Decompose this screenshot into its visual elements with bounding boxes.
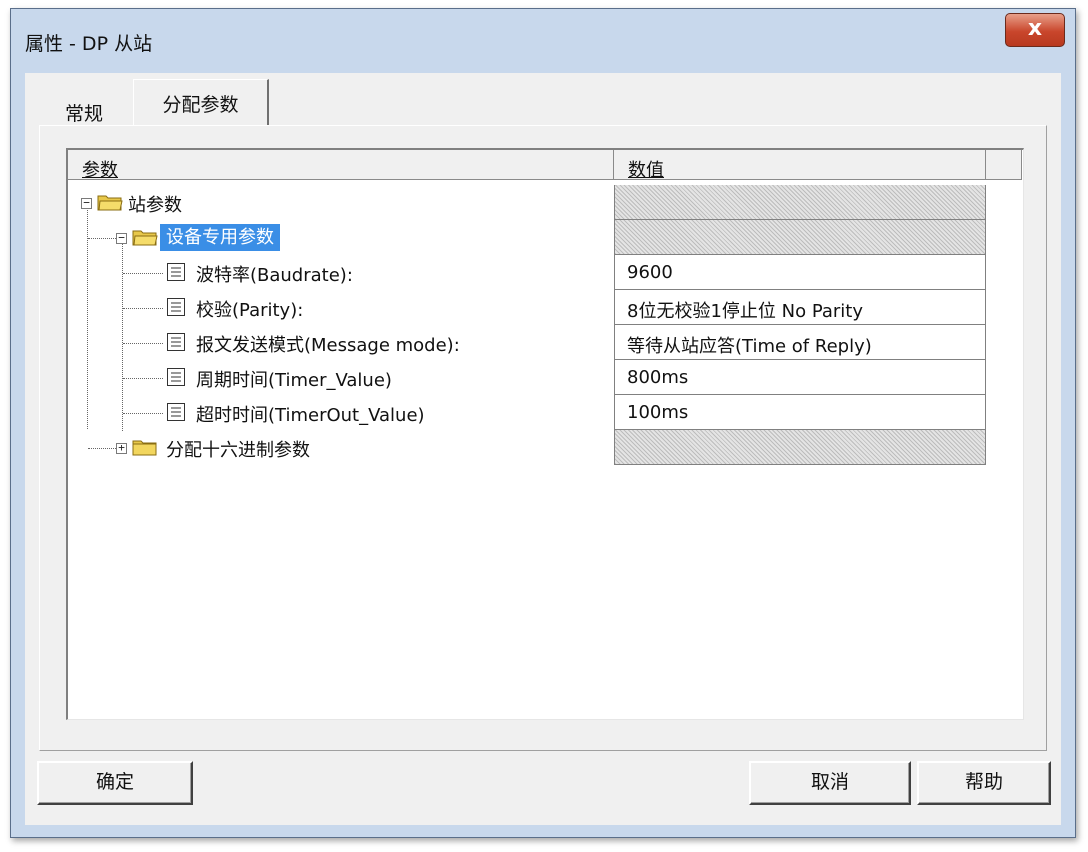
param-name-cell: − 站参数 xyxy=(68,185,614,220)
document-icon xyxy=(167,263,185,281)
tab-panel: 参数 数值 − 站参数 − 设备专用参数 波特率(Baudrate): 9600… xyxy=(39,125,1047,751)
document-icon xyxy=(167,403,185,421)
tree-row-station-params[interactable]: − 站参数 xyxy=(68,185,986,220)
tree-row-label: 分配十六进制参数 xyxy=(166,440,310,461)
value-cell[interactable]: 800ms xyxy=(614,360,986,395)
value-cell-empty xyxy=(614,185,986,220)
tree-row-hex-params[interactable]: + 分配十六进制参数 xyxy=(68,430,986,465)
properties-dialog: 属性 - DP 从站 x 常规 分配参数 参数 数值 − 站参数 − 设备专用参… xyxy=(10,8,1076,838)
param-name-cell: − 设备专用参数 xyxy=(68,220,614,255)
tree-row-timeout-value[interactable]: 超时时间(TimerOut_Value) 100ms xyxy=(68,395,986,430)
tree-row-parity[interactable]: 校验(Parity): 8位无校验1停止位 No Parity xyxy=(68,290,986,325)
tree-row-message-mode[interactable]: 报文发送模式(Message mode): 等待从站应答(Time of Rep… xyxy=(68,325,986,360)
tree-row-timer-value[interactable]: 周期时间(Timer_Value) 800ms xyxy=(68,360,986,395)
tree-line xyxy=(88,448,116,449)
tab-assign-parameters[interactable]: 分配参数 xyxy=(133,79,269,125)
tree-row-label: 波特率(Baudrate): xyxy=(196,265,353,286)
folder-open-icon xyxy=(132,230,158,246)
tree-line xyxy=(123,378,163,379)
tree-row-label: 周期时间(Timer_Value) xyxy=(196,370,392,391)
folder-icon xyxy=(97,195,123,211)
cancel-button[interactable]: 取消 xyxy=(749,761,911,805)
param-name-cell: + 分配十六进制参数 xyxy=(68,430,614,465)
ok-button[interactable]: 确定 xyxy=(37,761,193,805)
tree-line xyxy=(123,273,163,274)
collapse-icon[interactable]: − xyxy=(116,232,127,244)
tree-row-label: 校验(Parity): xyxy=(196,300,304,321)
title-bar[interactable]: 属性 - DP 从站 x xyxy=(11,9,1075,71)
value-cell[interactable]: 9600 xyxy=(614,255,986,290)
column-header-filler xyxy=(986,150,1022,180)
parameter-tree-table[interactable]: 参数 数值 − 站参数 − 设备专用参数 波特率(Baudrate): 9600… xyxy=(66,148,1024,720)
dialog-client-area: 常规 分配参数 参数 数值 − 站参数 − 设备专用参数 波特率(Baudrat… xyxy=(25,73,1061,825)
tab-general[interactable]: 常规 xyxy=(39,83,129,125)
value-cell-empty xyxy=(614,430,986,465)
tree-row-device-params[interactable]: − 设备专用参数 xyxy=(68,220,986,255)
tree-line xyxy=(123,308,163,309)
document-icon xyxy=(167,368,185,386)
close-icon: x xyxy=(1027,16,1043,41)
column-header-parameter[interactable]: 参数 xyxy=(68,150,614,181)
collapse-icon[interactable]: − xyxy=(81,197,92,209)
param-name-cell: 报文发送模式(Message mode): xyxy=(68,325,614,360)
expand-icon[interactable]: + xyxy=(116,442,127,454)
column-header-value[interactable]: 数值 xyxy=(614,150,986,181)
folder-icon xyxy=(132,440,157,456)
param-name-cell: 超时时间(TimerOut_Value) xyxy=(68,395,614,430)
tree-row-label: 超时时间(TimerOut_Value) xyxy=(196,405,425,426)
tree-row-label: 报文发送模式(Message mode): xyxy=(196,335,460,356)
document-icon xyxy=(167,298,185,316)
tree-line xyxy=(88,238,118,239)
window-title: 属性 - DP 从站 xyxy=(25,33,153,55)
value-cell[interactable]: 等待从站应答(Time of Reply) xyxy=(614,325,986,360)
tree-row-baudrate[interactable]: 波特率(Baudrate): 9600 xyxy=(68,255,986,290)
param-name-cell: 周期时间(Timer_Value) xyxy=(68,360,614,395)
help-button[interactable]: 帮助 xyxy=(917,761,1051,805)
tree-row-label-selected: 设备专用参数 xyxy=(160,224,280,251)
tree-line xyxy=(123,343,163,344)
param-name-cell: 校验(Parity): xyxy=(68,290,614,325)
document-icon xyxy=(167,333,185,351)
value-cell[interactable]: 8位无校验1停止位 No Parity xyxy=(614,290,986,325)
value-cell-empty xyxy=(614,220,986,255)
param-name-cell: 波特率(Baudrate): xyxy=(68,255,614,290)
tree-row-label: 站参数 xyxy=(128,195,182,216)
value-cell[interactable]: 100ms xyxy=(614,395,986,430)
close-button[interactable]: x xyxy=(1005,13,1065,47)
tree-line xyxy=(123,413,163,414)
